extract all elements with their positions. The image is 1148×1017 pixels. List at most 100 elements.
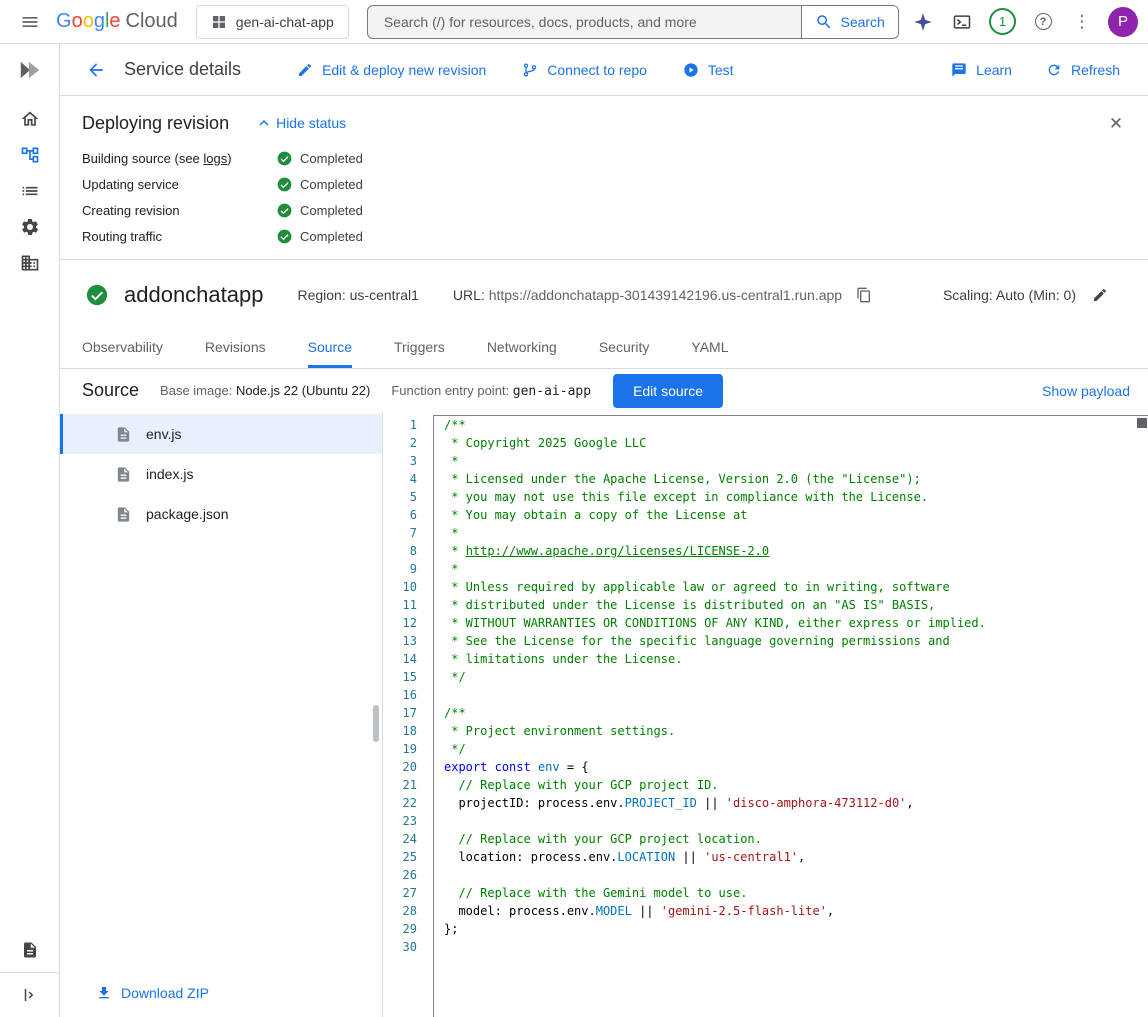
line-number: 8 (383, 542, 433, 560)
file-icon (115, 426, 132, 443)
nav-domains[interactable] (0, 245, 60, 281)
tab-source[interactable]: Source (308, 330, 352, 368)
edit-deploy-button[interactable]: Edit & deploy new revision (297, 62, 486, 78)
file-item-index.js[interactable]: index.js (60, 454, 382, 494)
line-number: 1 (383, 416, 433, 434)
tab-networking[interactable]: Networking (487, 330, 557, 368)
play-circle-icon (683, 62, 699, 78)
code-line: }; (444, 920, 1148, 938)
repo-branch-icon (522, 62, 538, 78)
cloud-shell-button[interactable] (944, 4, 980, 40)
nav-jobs[interactable] (0, 173, 60, 209)
line-number: 3 (383, 452, 433, 470)
connect-repo-label: Connect to repo (547, 62, 647, 78)
project-selector[interactable]: gen-ai-chat-app (196, 5, 349, 39)
main-menu-button[interactable] (12, 4, 48, 40)
cloud-run-logo-icon (17, 57, 43, 83)
tab-revisions[interactable]: Revisions (205, 330, 266, 368)
tabs: Observability Revisions Source Triggers Netw… (60, 330, 1148, 369)
line-number: 2 (383, 434, 433, 452)
hide-status-button[interactable]: Hide status (255, 114, 346, 132)
tab-yaml[interactable]: YAML (691, 330, 728, 368)
back-button[interactable] (78, 52, 114, 88)
line-number: 22 (383, 794, 433, 812)
search-button[interactable]: Search (801, 6, 897, 38)
google-cloud-logo[interactable]: Google Cloud (56, 10, 178, 33)
nav-home[interactable] (0, 101, 60, 137)
deploy-step: Routing trafficCompleted (82, 223, 1148, 249)
more-options-button[interactable]: ⋮ (1064, 4, 1100, 40)
gemini-button[interactable] (905, 4, 941, 40)
file-item-env.js[interactable]: env.js (60, 414, 382, 454)
help-icon: ? (1035, 13, 1052, 30)
source-heading: Source (82, 380, 139, 401)
page-title: Service details (124, 59, 241, 80)
account-avatar[interactable]: P (1108, 7, 1138, 37)
line-number: 16 (383, 686, 433, 704)
line-number: 14 (383, 650, 433, 668)
session-count-badge[interactable]: 1 (989, 8, 1016, 35)
search-input[interactable] (368, 6, 802, 38)
tab-triggers[interactable]: Triggers (394, 330, 445, 368)
file-panel-scrollbar[interactable] (373, 705, 379, 742)
release-notes-button[interactable] (0, 928, 60, 972)
cloud-run-logo (0, 44, 59, 96)
gemini-sparkle-icon (913, 12, 933, 32)
cloud-wordmark: Cloud (126, 10, 178, 33)
file-name: index.js (146, 466, 193, 482)
learn-label: Learn (976, 62, 1012, 78)
file-list: env.js index.js package.json (60, 412, 382, 534)
line-number: 17 (383, 704, 433, 722)
code-line (444, 938, 1148, 956)
sidebar-bottom (0, 928, 59, 1017)
terminal-icon (952, 12, 972, 32)
more-vert-icon: ⋮ (1074, 13, 1091, 30)
code-line: export const env = { (444, 758, 1148, 776)
search-bar: Search (367, 5, 899, 39)
close-panel-button[interactable]: ✕ (1098, 106, 1134, 142)
line-number: 20 (383, 758, 433, 776)
code-line: model: process.env.MODEL || 'gemini-2.5-… (444, 902, 1148, 920)
hide-status-label: Hide status (276, 115, 346, 131)
download-zip-button[interactable]: Download ZIP (96, 985, 209, 1001)
code-line: * (444, 524, 1148, 542)
show-payload-link[interactable]: Show payload (1042, 383, 1130, 399)
check-circle-icon (277, 151, 292, 166)
line-number: 10 (383, 578, 433, 596)
copy-icon (856, 287, 872, 303)
edit-scaling-button[interactable] (1082, 277, 1118, 313)
nav-services[interactable] (0, 137, 60, 173)
edit-source-button[interactable]: Edit source (613, 374, 723, 408)
line-number: 26 (383, 866, 433, 884)
collapse-nav-button[interactable] (0, 973, 60, 1017)
step-label: Updating service (82, 177, 277, 192)
nav-integrations[interactable] (0, 209, 60, 245)
test-button[interactable]: Test (683, 62, 734, 78)
search-button-label: Search (840, 14, 884, 30)
step-status: Completed (277, 203, 363, 218)
step-status: Completed (277, 151, 363, 166)
code-line: * Licensed under the Apache License, Ver… (444, 470, 1148, 488)
hamburger-icon (20, 12, 40, 32)
tab-security[interactable]: Security (599, 330, 650, 368)
connect-repo-button[interactable]: Connect to repo (522, 62, 647, 78)
line-number: 7 (383, 524, 433, 542)
code-editor[interactable]: 1234567891011121314151617181920212223242… (383, 412, 1148, 1017)
copy-url-button[interactable] (846, 277, 882, 313)
deploy-step: Building source (see logs)Completed (82, 145, 1148, 171)
editor-scrollbar-thumb[interactable] (1137, 418, 1147, 428)
tab-observability[interactable]: Observability (82, 330, 163, 368)
edit-icon (297, 62, 313, 78)
avatar-initial: P (1118, 13, 1128, 30)
learn-button[interactable]: Learn (951, 62, 1012, 78)
project-icon (211, 14, 227, 30)
deploy-steps: Building source (see logs)Completed Updat… (82, 145, 1148, 249)
file-panel: env.js index.js package.json Download ZIP (60, 412, 383, 1017)
help-button[interactable]: ? (1025, 4, 1061, 40)
refresh-button[interactable]: Refresh (1046, 62, 1120, 78)
logs-link[interactable]: logs (203, 151, 227, 166)
line-number: 18 (383, 722, 433, 740)
gutter: 1234567891011121314151617181920212223242… (383, 416, 433, 956)
code-line: // Replace with your GCP project locatio… (444, 830, 1148, 848)
file-item-package.json[interactable]: package.json (60, 494, 382, 534)
